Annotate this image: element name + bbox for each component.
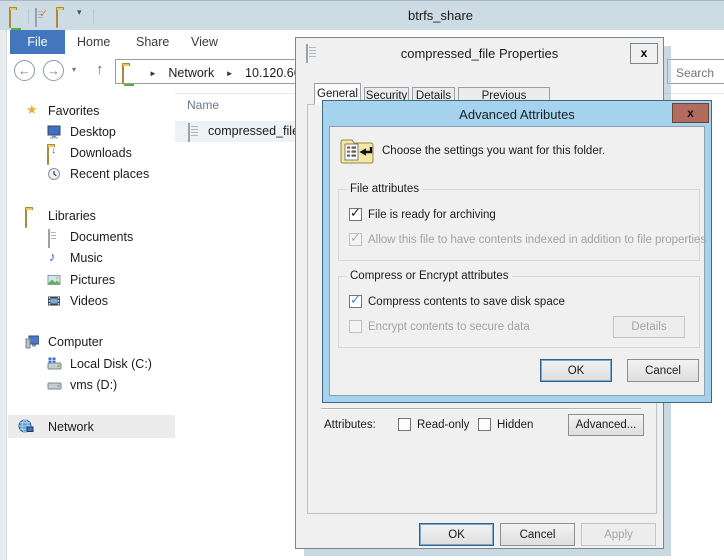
breadcrumb-network[interactable]: Network bbox=[168, 66, 214, 80]
sidebar-item-computer[interactable]: Computer bbox=[8, 332, 175, 353]
advanced-dialog-header: Choose the settings you want for this fo… bbox=[382, 145, 605, 157]
film-icon bbox=[47, 294, 61, 313]
window-title: btrfs_share bbox=[408, 8, 473, 23]
column-header-name[interactable]: Name bbox=[187, 98, 219, 112]
tab-home[interactable]: Home bbox=[77, 35, 110, 49]
advanced-attributes-dialog: Advanced Attributes x Choose the setting… bbox=[322, 100, 712, 403]
file-attributes-legend: File attributes bbox=[347, 183, 422, 195]
sidebar-item-libraries[interactable]: Libraries bbox=[8, 206, 175, 227]
network-drive-icon[interactable] bbox=[9, 10, 11, 28]
compress-label: Compress contents to save disk space bbox=[368, 296, 565, 308]
chevron-right-icon: ► bbox=[226, 69, 234, 78]
sidebar-item-desktop[interactable]: Desktop bbox=[8, 122, 175, 143]
tab-share[interactable]: Share bbox=[136, 35, 169, 49]
file-row-compressed-file[interactable]: compressed_file bbox=[175, 121, 296, 142]
archive-label: File is ready for archiving bbox=[368, 209, 496, 221]
separator bbox=[321, 408, 641, 410]
sidebar-item-local-disk-c[interactable]: Local Disk (C:) bbox=[8, 354, 175, 375]
window-left-edge bbox=[0, 30, 7, 560]
picture-icon bbox=[47, 273, 61, 292]
music-note-icon: ♪ bbox=[49, 250, 56, 263]
sidebar-item-favorites[interactable]: ★ Favorites bbox=[8, 101, 175, 122]
sidebar-item-music[interactable]: ♪ Music bbox=[8, 248, 175, 269]
disk-c-icon bbox=[47, 357, 62, 376]
recent-locations-dropdown-icon[interactable]: ▾ bbox=[72, 65, 76, 74]
hidden-label: Hidden bbox=[497, 419, 533, 431]
cancel-button[interactable]: Cancel bbox=[627, 359, 699, 382]
tab-file[interactable]: File bbox=[10, 30, 65, 54]
attributes-label: Attributes: bbox=[324, 419, 376, 431]
ok-button[interactable]: OK bbox=[540, 359, 612, 382]
separator bbox=[28, 9, 29, 24]
network-globe-icon bbox=[18, 419, 34, 439]
desktop-icon bbox=[47, 125, 61, 144]
chevron-right-icon: ► bbox=[149, 69, 157, 78]
up-button[interactable]: ↑ bbox=[96, 61, 104, 78]
sidebar-item-downloads[interactable]: ↓ Downloads bbox=[8, 143, 175, 164]
encrypt-label: Encrypt contents to secure data bbox=[368, 321, 530, 333]
hidden-checkbox[interactable]: ✓ bbox=[478, 418, 491, 431]
advanced-button[interactable]: Advanced... bbox=[568, 414, 644, 436]
file-attributes-group bbox=[338, 189, 700, 261]
separator bbox=[93, 9, 94, 24]
compress-checkbox[interactable]: ✓ bbox=[349, 295, 362, 308]
folder-settings-icon bbox=[339, 134, 375, 171]
libraries-folder-icon bbox=[25, 210, 27, 228]
tab-view[interactable]: View bbox=[191, 35, 218, 49]
disk-d-icon bbox=[47, 378, 62, 397]
explorer-titlebar[interactable]: ✓ ▾ btrfs_share bbox=[0, 0, 724, 30]
computer-icon bbox=[25, 335, 39, 354]
index-label: Allow this file to have contents indexed… bbox=[368, 234, 706, 246]
downloads-folder-icon: ↓ bbox=[47, 147, 49, 165]
sidebar-item-vms-d[interactable]: vms (D:) bbox=[8, 375, 175, 396]
index-checkbox[interactable]: ✓ bbox=[349, 233, 362, 246]
qat-customize-icon[interactable]: ▾ bbox=[77, 7, 82, 18]
back-button[interactable]: ← bbox=[14, 60, 35, 81]
advanced-dialog-body bbox=[329, 126, 705, 396]
search-input[interactable] bbox=[667, 59, 724, 84]
document-icon bbox=[48, 230, 50, 248]
encrypt-checkbox[interactable]: ✓ bbox=[349, 320, 362, 333]
cancel-button[interactable]: Cancel bbox=[500, 523, 575, 546]
details-button[interactable]: Details bbox=[613, 316, 685, 338]
sidebar-item-recent-places[interactable]: Recent places bbox=[8, 164, 175, 185]
apply-button[interactable]: Apply bbox=[581, 523, 656, 546]
sidebar-item-videos[interactable]: Videos bbox=[8, 291, 175, 312]
ok-button[interactable]: OK bbox=[419, 523, 494, 546]
advanced-dialog-title: Advanced Attributes bbox=[323, 107, 711, 122]
sidebar-item-documents[interactable]: Documents bbox=[8, 227, 175, 248]
forward-button[interactable]: → bbox=[43, 60, 64, 81]
close-icon[interactable]: x bbox=[672, 103, 709, 123]
compress-encrypt-legend: Compress or Encrypt attributes bbox=[347, 270, 512, 282]
properties-shortcut-icon[interactable]: ✓ bbox=[35, 9, 37, 27]
sidebar-item-pictures[interactable]: Pictures bbox=[8, 270, 175, 291]
properties-dialog-titlebar[interactable]: compressed_file Properties x bbox=[296, 38, 663, 68]
clock-icon bbox=[47, 167, 61, 186]
advanced-dialog-titlebar[interactable]: Advanced Attributes x bbox=[323, 101, 711, 126]
close-icon[interactable]: x bbox=[630, 43, 658, 64]
star-icon: ★ bbox=[26, 103, 38, 116]
file-icon bbox=[188, 124, 190, 142]
folder-shortcut-icon[interactable] bbox=[56, 10, 58, 28]
archive-checkbox[interactable]: ✓ bbox=[349, 208, 362, 221]
sidebar-item-network[interactable]: Network bbox=[8, 415, 175, 438]
read-only-checkbox[interactable]: ✓ bbox=[398, 418, 411, 431]
properties-dialog-title: compressed_file Properties bbox=[296, 46, 663, 61]
read-only-label: Read-only bbox=[417, 419, 469, 431]
folder-icon bbox=[122, 66, 124, 84]
